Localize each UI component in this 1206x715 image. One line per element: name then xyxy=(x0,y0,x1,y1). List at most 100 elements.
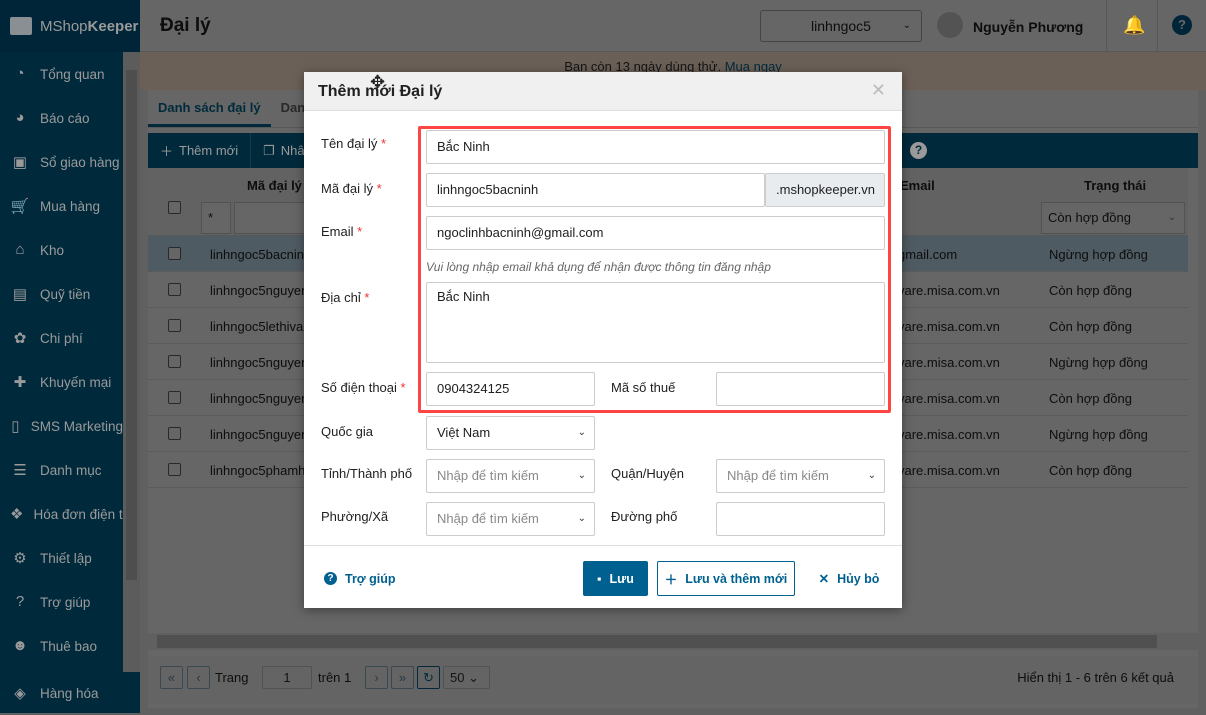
code-input[interactable]: linhngoc5bacninh xyxy=(426,173,765,207)
sidebar-scrollbar[interactable] xyxy=(123,52,140,672)
first-page-button[interactable]: « xyxy=(160,666,183,689)
code-suffix: .mshopkeeper.vn xyxy=(765,173,885,207)
name-input[interactable]: Bắc Ninh xyxy=(426,130,885,164)
avatar[interactable] xyxy=(937,12,963,38)
move-cursor-icon: ✥ xyxy=(370,72,386,92)
sidebar-item[interactable]: ✿ Chi phí xyxy=(0,316,123,360)
add-button[interactable]: ＋ Thêm mới xyxy=(148,133,252,168)
scrollbar-thumb[interactable] xyxy=(157,635,1157,648)
add-agent-dialog: Thêm mới Đại lý ✕ Tên đại lý * Bắc Ninh M… xyxy=(304,72,902,608)
sidebar-item[interactable]: ❖ Hóa đơn điện tử xyxy=(0,492,123,536)
sidebar-item-label: SMS Marketing xyxy=(30,418,123,434)
chevron-down-icon: ⌄ xyxy=(902,20,911,31)
help-icon[interactable]: ? xyxy=(910,142,927,159)
gear-icon: ⚙ xyxy=(13,550,27,567)
filter-code-input[interactable] xyxy=(234,202,314,234)
sidebar-item[interactable]: ⚙ Thiết lập xyxy=(0,536,123,580)
column-header-email[interactable]: Email xyxy=(900,178,935,193)
cell-email: vare.misa.com.vn xyxy=(898,319,1000,334)
sidebar-item[interactable]: ▯ SMS Marketing xyxy=(0,404,123,448)
sidebar-item-label: Hàng hóa xyxy=(40,685,99,701)
cell-email: vare.misa.com.vn xyxy=(898,283,1000,298)
column-header-code[interactable]: Mã đại lý xyxy=(247,178,302,193)
horizontal-scrollbar[interactable] xyxy=(148,633,1198,650)
logo[interactable]: MShop Keeper xyxy=(0,0,140,52)
sidebar-item[interactable]: ☻ Thuê bao xyxy=(0,624,123,668)
logo-bag-icon xyxy=(10,17,32,35)
province-label: Tỉnh/Thành phố xyxy=(321,466,413,481)
sidebar-item[interactable]: ? Trợ giúp xyxy=(0,580,123,624)
column-header-status[interactable]: Trạng thái xyxy=(1084,178,1146,193)
save-new-label: Lưu và thêm mới xyxy=(685,571,788,586)
save-button[interactable]: ▪ Lưu xyxy=(583,561,648,596)
plus-icon: ＋ xyxy=(664,573,678,587)
save-and-new-button[interactable]: ＋ Lưu và thêm mới xyxy=(657,561,795,596)
sidebar-item-label: Thiết lập xyxy=(40,550,92,566)
sidebar-item[interactable]: ✚ Khuyến mại xyxy=(0,360,123,404)
list-icon: ☰ xyxy=(13,462,27,479)
help-button[interactable]: ? Trợ giúp xyxy=(324,561,396,596)
last-page-button[interactable]: » xyxy=(391,666,414,689)
chevron-down-icon[interactable]: ⌄ xyxy=(1076,18,1084,29)
email-input[interactable]: ngoclinhbacninh@gmail.com xyxy=(426,216,885,250)
row-checkbox[interactable] xyxy=(168,355,181,368)
help-icon[interactable]: ? xyxy=(1172,15,1192,35)
district-select[interactable]: Nhập để tìm kiếm ⌄ xyxy=(716,459,885,493)
street-label: Đường phố xyxy=(611,509,678,524)
sidebar-item-label: Trợ giúp xyxy=(40,594,91,610)
tab-agent-list[interactable]: Danh sách đại lý xyxy=(148,90,271,127)
save-label: Lưu xyxy=(609,571,634,586)
filter-status-select[interactable]: Còn hợp đồng ⌄ xyxy=(1041,202,1185,234)
country-label: Quốc gia xyxy=(321,424,374,439)
province-select[interactable]: Nhập để tìm kiếm ⌄ xyxy=(426,459,595,493)
phone-input[interactable]: 0904324125 xyxy=(426,372,595,406)
sidebar-item[interactable]: ◕ Báo cáo xyxy=(0,96,123,140)
add-label: Thêm mới xyxy=(179,143,239,158)
street-input[interactable] xyxy=(716,502,885,536)
gift-icon: ✚ xyxy=(13,374,27,391)
phone-icon: ▯ xyxy=(11,418,20,435)
select-all-checkbox[interactable] xyxy=(168,201,181,214)
store-select[interactable]: linhngoc5 ⌄ xyxy=(760,10,922,42)
sidebar-item[interactable]: 🛒 Mua hàng xyxy=(0,184,123,228)
sidebar-item[interactable]: ☰ Danh mục xyxy=(0,448,123,492)
country-select[interactable]: Việt Nam ⌄ xyxy=(426,416,595,450)
address-textarea[interactable]: Bắc Ninh xyxy=(426,282,885,363)
cell-code: linhngoc5phamh xyxy=(210,463,306,478)
refresh-icon[interactable]: ↻ xyxy=(417,666,440,689)
filter-operator[interactable]: * xyxy=(201,202,231,234)
bell-icon[interactable]: 🔔 xyxy=(1123,15,1145,36)
sidebar-item[interactable]: ▤ Quỹ tiền xyxy=(0,272,123,316)
page-size-select[interactable]: 50 ⌄ xyxy=(443,666,490,689)
phone-label: Số điện thoại * xyxy=(321,380,406,395)
sidebar-item[interactable]: ◔ Tổng quan xyxy=(0,52,123,96)
user-name[interactable]: Nguyễn Phương xyxy=(973,19,1083,35)
next-page-button[interactable]: › xyxy=(365,666,388,689)
row-checkbox[interactable] xyxy=(168,283,181,296)
ward-select[interactable]: Nhập để tìm kiếm ⌄ xyxy=(426,502,595,536)
scrollbar-thumb[interactable] xyxy=(126,70,137,580)
cancel-button[interactable]: ✕ Hủy bỏ xyxy=(809,561,889,596)
sidebar-item[interactable]: ◈ Hàng hóa xyxy=(0,671,99,715)
prev-page-button[interactable]: ‹ xyxy=(187,666,210,689)
page-total: trên 1 xyxy=(318,670,352,685)
tax-input[interactable] xyxy=(716,372,885,406)
cancel-label: Hủy bỏ xyxy=(837,571,880,586)
sidebar-item[interactable]: ▣ Sổ giao hàng xyxy=(0,140,123,184)
page-input[interactable]: 1 xyxy=(262,666,312,689)
district-label: Quận/Huyện xyxy=(611,466,684,481)
row-checkbox[interactable] xyxy=(168,391,181,404)
sidebar-item-label: Mua hàng xyxy=(40,198,101,214)
divider xyxy=(1106,0,1107,52)
warehouse-icon: ⌂ xyxy=(15,241,25,258)
sidebar-item-label: Thuê bao xyxy=(40,638,98,654)
close-icon[interactable]: ✕ xyxy=(871,80,886,101)
filter-status-value: Còn hợp đồng xyxy=(1048,210,1131,225)
row-checkbox[interactable] xyxy=(168,247,181,260)
sidebar-item[interactable]: ⌂ Kho xyxy=(0,228,123,272)
email-hint: Vui lòng nhập email khả dụng để nhận đượ… xyxy=(426,260,771,274)
row-checkbox[interactable] xyxy=(168,319,181,332)
sidebar: MShop Keeper ◔ Tổng quan ◕ Báo cáo ▣ Sổ giao h… xyxy=(0,0,140,713)
row-checkbox[interactable] xyxy=(168,463,181,476)
row-checkbox[interactable] xyxy=(168,427,181,440)
